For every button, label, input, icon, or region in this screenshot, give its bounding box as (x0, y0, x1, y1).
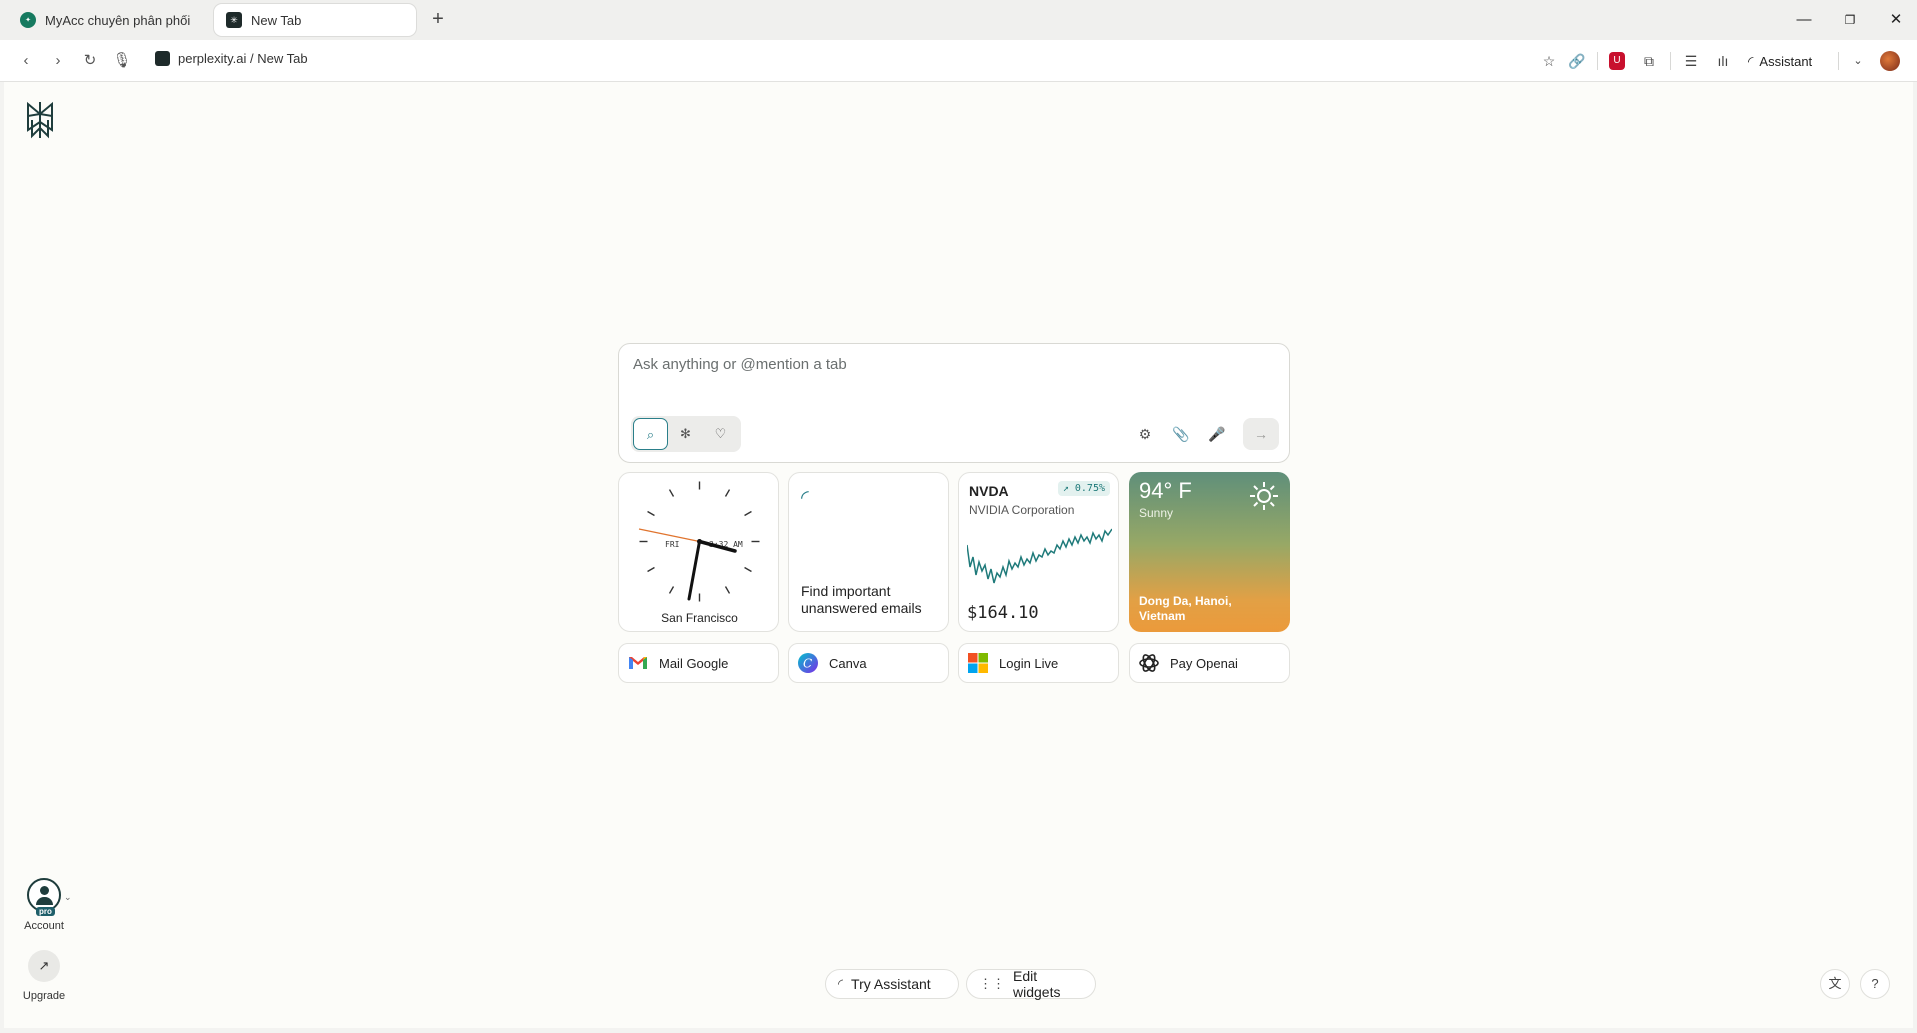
address-bar[interactable]: perplexity.ai / New Tab (155, 51, 308, 66)
shortcut-label: Mail Google (659, 655, 729, 671)
upgrade-label: Upgrade (22, 990, 66, 1002)
shortcut-label: Pay Openai (1170, 655, 1238, 671)
clock-tick (724, 586, 731, 594)
clock-tick (647, 566, 655, 573)
clock-city: San Francisco (661, 611, 738, 625)
search-mode-switch: ⌕ ✻ ♡ (631, 416, 741, 452)
gmail-icon (629, 657, 647, 669)
email-prompt: Find important unanswered emails (801, 583, 922, 616)
clock-tick (744, 566, 752, 573)
clock-tick (668, 489, 675, 497)
ask-box[interactable]: Ask anything or @mention a tab ⌕ ✻ ♡ ⚙ 📎… (618, 343, 1290, 463)
tab-strip: ✦ MyAcc chuyên phân phối các ✳ New Tab +… (0, 0, 1917, 40)
tab-label: New Tab (251, 12, 302, 28)
weather-location: Dong Da, Hanoi, Vietnam (1139, 594, 1232, 623)
stock-change-badge: ↗ 0.75% (1057, 481, 1110, 496)
arrow-up-right-icon: ↗ (28, 950, 60, 982)
reload-icon[interactable]: ↻ (78, 49, 102, 73)
microphone-icon[interactable]: 🎤 (1205, 422, 1229, 446)
edit-widgets-label: Edit widgets (1013, 968, 1061, 1000)
microsoft-icon (968, 653, 988, 673)
edit-widgets-button[interactable]: ⋮⋮ Edit widgets (966, 968, 1096, 1000)
research-mode-icon[interactable]: ✻ (668, 418, 703, 450)
perplexity-logo-icon (27, 101, 53, 139)
chevron-down-icon: ⌄ (64, 892, 72, 902)
shortcut-label: Login Live (999, 655, 1059, 671)
try-assistant-button[interactable]: ◜ Try Assistant (825, 969, 959, 999)
share-link-icon[interactable]: 🔗 (1566, 49, 1588, 73)
voice-search-icon[interactable]: 🎙 (110, 49, 134, 73)
minute-hand (687, 540, 701, 601)
assistant-label: Assistant (1759, 53, 1813, 69)
stock-widget[interactable]: NVDA ↗ 0.75% NVIDIA Corporation $164.10 (958, 472, 1119, 632)
shortcut-canva[interactable]: C Canva (788, 643, 949, 683)
assistant-icon: ◜ (1748, 52, 1754, 69)
minimize-icon[interactable]: — (1788, 6, 1820, 34)
restore-icon[interactable]: ❐ (1834, 6, 1866, 34)
audio-wave-icon[interactable]: ılı (1712, 49, 1734, 73)
clock-day: FRI (665, 540, 680, 549)
submit-arrow-button[interactable]: → (1243, 418, 1279, 450)
bookmark-star-icon[interactable]: ☆ (1538, 49, 1560, 73)
ublock-shield-icon[interactable]: U (1609, 49, 1627, 73)
try-assistant-label: Try Assistant (851, 976, 931, 992)
openai-icon (1139, 654, 1159, 672)
assistant-button[interactable]: ◜ Assistant (1748, 49, 1812, 73)
clock-tick (724, 489, 731, 497)
weather-widget[interactable]: 94° F Sunny Dong Da, Hanoi, Vietnam (1129, 472, 1290, 632)
tab-myacc[interactable]: ✦ MyAcc chuyên phân phối các (8, 4, 204, 36)
stock-company: NVIDIA Corporation (969, 503, 1075, 517)
sun-icon (1250, 482, 1278, 510)
account-button[interactable]: pro ⌄ Account (18, 878, 72, 932)
analog-clock: FRI 3:32 AM (638, 481, 760, 602)
assistant-icon: ◜ (838, 976, 844, 991)
address-toolbar: ‹ › ↻ 🎙 perplexity.ai / New Tab ☆ 🔗 U ⧉ … (0, 40, 1917, 82)
chevron-down-icon[interactable]: ⌄ (1848, 49, 1868, 73)
stock-ticker: NVDA (969, 483, 1009, 499)
stock-sparkline (967, 528, 1112, 584)
grid-icon: ⋮⋮ (979, 976, 1005, 991)
extensions-icon[interactable]: ⧉ (1638, 49, 1660, 73)
url-text: perplexity.ai / New Tab (178, 51, 308, 66)
shortcut-label: Canva (829, 655, 867, 671)
new-tab-page: pro ⌄ Account ↗ Upgrade Ask anything or … (4, 82, 1913, 1028)
weather-temp: 94° F (1139, 478, 1192, 503)
forward-icon[interactable]: › (46, 49, 70, 73)
myacc-favicon-icon: ✦ (20, 12, 36, 28)
search-input[interactable]: Ask anything or @mention a tab (633, 356, 847, 373)
account-avatar-icon: pro (27, 878, 61, 916)
clock-tick (744, 510, 752, 517)
weather-condition: Sunny (1139, 506, 1174, 520)
stock-price: $164.10 (967, 603, 1039, 623)
clock-tick (668, 586, 675, 594)
clock-widget[interactable]: FRI 3:32 AM San Francisco (618, 472, 779, 632)
translate-icon[interactable]: 文 (1820, 969, 1850, 999)
clock-tick (647, 510, 655, 517)
shortcut-mail-google[interactable]: Mail Google (618, 643, 779, 683)
shortcut-pay-openai[interactable]: Pay Openai (1129, 643, 1290, 683)
search-mode-icon[interactable]: ⌕ (633, 418, 668, 450)
tab-label: MyAcc chuyên phân phối các (45, 12, 192, 28)
canva-icon: C (798, 653, 818, 673)
site-favicon-icon (155, 51, 170, 66)
attach-paperclip-icon[interactable]: 📎 (1169, 422, 1193, 446)
model-chip-icon[interactable]: ⚙ (1133, 422, 1157, 446)
email-widget[interactable]: ◜ Find important unanswered emails (788, 472, 949, 632)
close-window-icon[interactable]: ✕ (1880, 6, 1912, 34)
upgrade-button[interactable]: ↗ Upgrade (18, 950, 70, 1002)
back-icon[interactable]: ‹ (14, 49, 38, 73)
svg-text:C: C (803, 657, 812, 671)
pro-badge: pro (36, 907, 55, 916)
labs-mode-icon[interactable]: ♡ (703, 418, 738, 450)
account-label: Account (24, 920, 64, 932)
reading-list-icon[interactable]: ☰ (1680, 49, 1702, 73)
perplexity-favicon-icon: ✳ (226, 12, 242, 28)
shortcut-login-live[interactable]: Login Live (958, 643, 1119, 683)
profile-avatar[interactable] (1880, 51, 1900, 71)
help-icon[interactable]: ? (1860, 969, 1890, 999)
assistant-icon: ◜ (801, 487, 809, 509)
tab-new-tab[interactable]: ✳ New Tab (214, 4, 416, 36)
new-tab-button[interactable]: + (426, 8, 450, 32)
